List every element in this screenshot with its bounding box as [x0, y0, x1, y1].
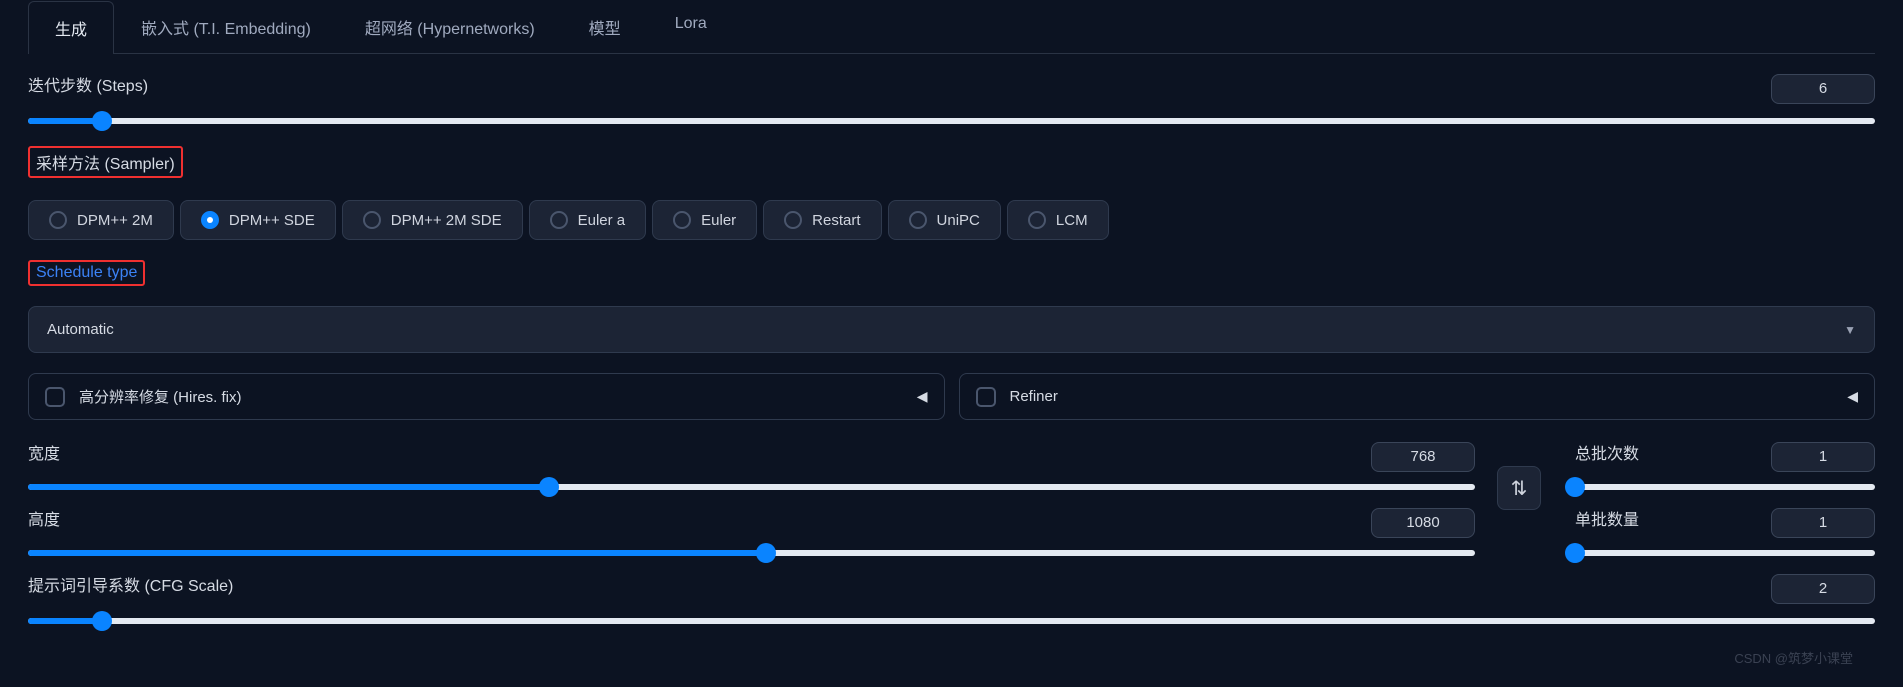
tab-generate[interactable]: 生成 [28, 1, 114, 54]
sampler-unipc[interactable]: UniPC [888, 200, 1001, 240]
sampler-lcm[interactable]: LCM [1007, 200, 1109, 240]
schedule-section: Schedule type Automatic ▼ [28, 260, 1875, 353]
sampler-options: DPM++ 2M DPM++ SDE DPM++ 2M SDE Euler a … [28, 200, 1875, 240]
sampler-section: 采样方法 (Sampler) DPM++ 2M DPM++ SDE DPM++ … [28, 146, 1875, 240]
width-value[interactable]: 768 [1371, 442, 1475, 472]
accordion-row: 高分辨率修复 (Hires. fix) ◀ Refiner ◀ [28, 373, 1875, 420]
sampler-dpmpp-2m-sde[interactable]: DPM++ 2M SDE [342, 200, 523, 240]
cfg-label: 提示词引导系数 (CFG Scale) [28, 572, 233, 596]
refiner-accordion[interactable]: Refiner ◀ [959, 373, 1876, 420]
swap-icon: ⇅ [1511, 476, 1528, 501]
radio-icon [49, 211, 67, 229]
tab-checkpoints[interactable]: 模型 [562, 0, 648, 53]
swap-dimensions-button[interactable]: ⇅ [1497, 466, 1541, 510]
checkbox-icon[interactable] [45, 387, 65, 407]
steps-row: 迭代步数 (Steps) 6 [28, 72, 1875, 124]
radio-icon [1028, 211, 1046, 229]
batch-count-slider[interactable] [1575, 484, 1875, 490]
hires-fix-accordion[interactable]: 高分辨率修复 (Hires. fix) ◀ [28, 373, 945, 420]
width-row: 宽度 768 [28, 440, 1475, 490]
chevron-down-icon: ▼ [1844, 323, 1856, 337]
sampler-euler[interactable]: Euler [652, 200, 757, 240]
steps-label: 迭代步数 (Steps) [28, 72, 148, 96]
batch-size-label: 单批数量 [1575, 506, 1639, 530]
radio-icon [201, 211, 219, 229]
height-slider[interactable] [28, 550, 1475, 556]
triangle-left-icon: ◀ [917, 388, 928, 405]
tab-lora[interactable]: Lora [648, 0, 734, 53]
cfg-slider[interactable] [28, 618, 1875, 624]
checkbox-icon[interactable] [976, 387, 996, 407]
dimensions-grid: 宽度 768 高度 1080 ⇅ 总批次数 [28, 440, 1875, 572]
height-value[interactable]: 1080 [1371, 508, 1475, 538]
triangle-left-icon: ◀ [1847, 388, 1858, 405]
sampler-dpmpp-sde[interactable]: DPM++ SDE [180, 200, 336, 240]
sampler-label: 采样方法 (Sampler) [28, 146, 183, 178]
schedule-label: Schedule type [28, 260, 145, 286]
batch-count-value[interactable]: 1 [1771, 442, 1875, 472]
steps-value[interactable]: 6 [1771, 74, 1875, 104]
hires-fix-label: 高分辨率修复 (Hires. fix) [79, 386, 242, 407]
width-label: 宽度 [28, 440, 60, 464]
cfg-value[interactable]: 2 [1771, 574, 1875, 604]
height-label: 高度 [28, 506, 60, 530]
radio-icon [909, 211, 927, 229]
width-slider[interactable] [28, 484, 1475, 490]
tab-bar: 生成 嵌入式 (T.I. Embedding) 超网络 (Hypernetwor… [28, 0, 1875, 54]
radio-icon [363, 211, 381, 229]
sampler-restart[interactable]: Restart [763, 200, 881, 240]
sampler-dpmpp-2m[interactable]: DPM++ 2M [28, 200, 174, 240]
sampler-euler-a[interactable]: Euler a [529, 200, 647, 240]
batch-size-value[interactable]: 1 [1771, 508, 1875, 538]
tab-hypernetworks[interactable]: 超网络 (Hypernetworks) [338, 0, 562, 53]
tab-embedding[interactable]: 嵌入式 (T.I. Embedding) [114, 0, 338, 53]
radio-icon [784, 211, 802, 229]
batch-count-label: 总批次数 [1575, 440, 1639, 464]
schedule-selected: Automatic [47, 321, 114, 338]
steps-slider[interactable] [28, 118, 1875, 124]
radio-icon [550, 211, 568, 229]
refiner-label: Refiner [1010, 388, 1058, 405]
watermark: CSDN @筑梦小课堂 [1734, 648, 1853, 667]
batch-size-row: 单批数量 1 [1575, 506, 1875, 556]
schedule-dropdown[interactable]: Automatic ▼ [28, 306, 1875, 353]
cfg-row: 提示词引导系数 (CFG Scale) 2 [28, 572, 1875, 624]
batch-size-slider[interactable] [1575, 550, 1875, 556]
height-row: 高度 1080 [28, 506, 1475, 556]
radio-icon [673, 211, 691, 229]
batch-count-row: 总批次数 1 [1575, 440, 1875, 490]
